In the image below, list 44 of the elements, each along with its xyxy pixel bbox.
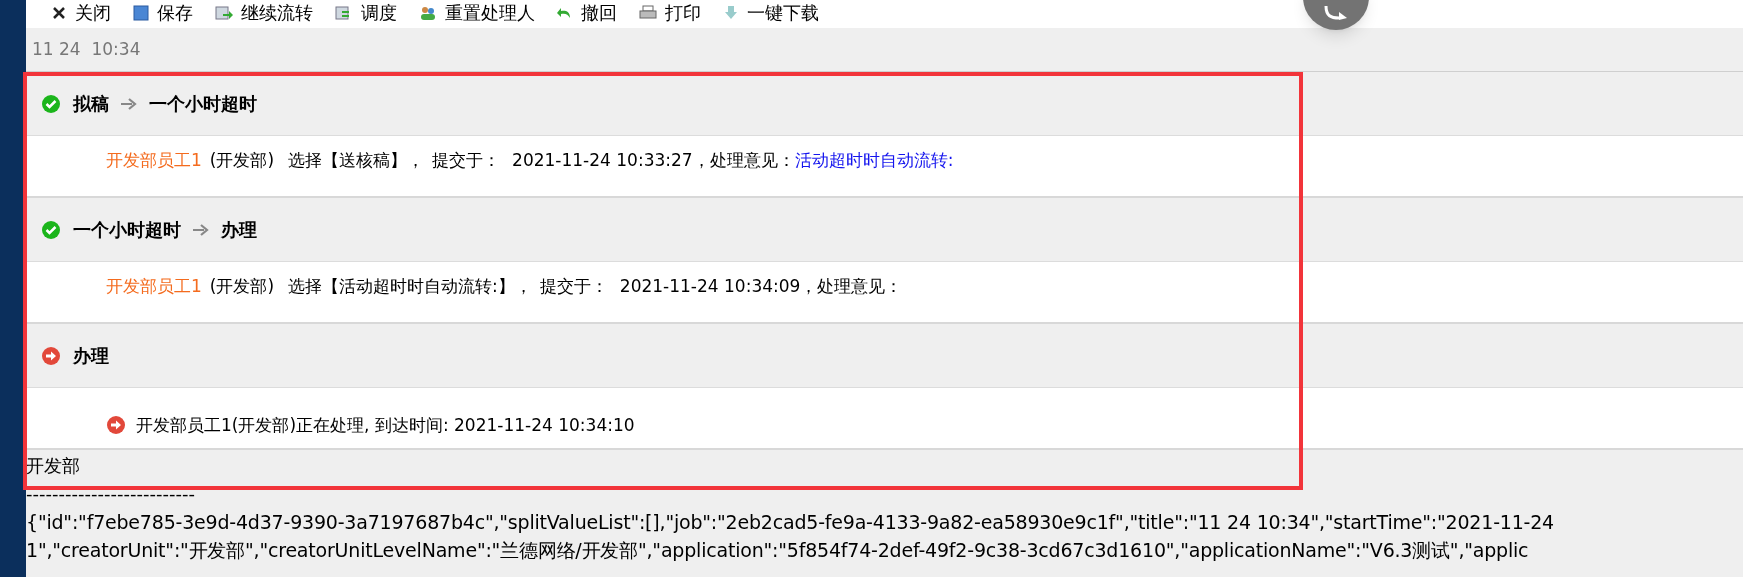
user-name: 开发部员工1 (106, 149, 202, 172)
submit-label: 提交于： (539, 275, 608, 298)
submit-time: 2021-11-24 10:33:27， (512, 149, 710, 172)
opinion-label: 处理意见： (709, 149, 795, 172)
document-title: 11 24 10:34 (32, 37, 141, 61)
step-name: 办理 (221, 218, 257, 242)
json-text: {"id":"f7ebe785-3e9d-4d37-9390-3a7197687b4c","splitValueList":[],"job":"2eb2cad5-fe9a-4133-9a82-ea58930e9c1f","title":"11 24 10:34","startTime":"2021-11-24 (26, 510, 1554, 535)
submit-label: 提交于： (432, 149, 501, 172)
step-name: 拟稿 (73, 92, 109, 116)
toolbar-button[interactable]: 保存 (133, 4, 193, 22)
department: (开发部) (209, 149, 275, 172)
arrow-circle-icon (41, 345, 61, 366)
close-icon (51, 5, 67, 21)
processing-status: 开发部员工1(开发部)正在处理, 到达时间: 2021-11-24 10:34:10 (136, 413, 635, 437)
check-icon (41, 93, 61, 114)
printer-icon (639, 5, 657, 21)
toolbar-button[interactable]: 调度 (335, 4, 397, 22)
toolbar-button[interactable]: 打印 (639, 4, 701, 22)
step-name: 一个小时超时 (149, 92, 257, 116)
step-name: 办理 (73, 344, 109, 368)
toolbar-button[interactable]: 重置处理人 (419, 4, 535, 22)
people-icon (419, 5, 437, 21)
check-icon (41, 219, 61, 240)
opinion-label: 处理意见： (817, 275, 903, 298)
toolbar-button[interactable]: 一键下载 (723, 4, 819, 22)
toolbar-button[interactable]: 撤回 (557, 4, 617, 22)
download-icon (723, 5, 739, 21)
toolbar-button[interactable]: 关闭 (51, 4, 111, 22)
unit-text: 开发部 (26, 454, 80, 478)
toolbar-button[interactable]: 继续流转 (215, 4, 313, 22)
save-icon (133, 5, 149, 21)
separator-line: -------------------------- (26, 482, 195, 506)
action-text: 选择【活动超时时自动流转:】， (288, 275, 532, 298)
department: (开发部) (209, 275, 275, 298)
action-text: 选择【送核稿】， (288, 149, 425, 172)
opinion-text: 活动超时时自动流转: (794, 149, 954, 172)
arrow-icon (193, 223, 209, 236)
json-text: 1","creatorUnit":"开发部","creatorUnitLevelName":"兰德网络/开发部","application":"5f854f74-2def-49f2-9c38-3cd67c3d1610","applicationName":"V6.3测试","applic (26, 538, 1529, 563)
document-arrow-icon (215, 5, 233, 21)
arrow-icon (121, 97, 137, 110)
step-name: 一个小时超时 (73, 218, 181, 242)
user-name: 开发部员工1 (106, 275, 202, 298)
submit-time: 2021-11-24 10:34:09， (619, 275, 818, 298)
arrow-circle-icon (106, 415, 126, 436)
